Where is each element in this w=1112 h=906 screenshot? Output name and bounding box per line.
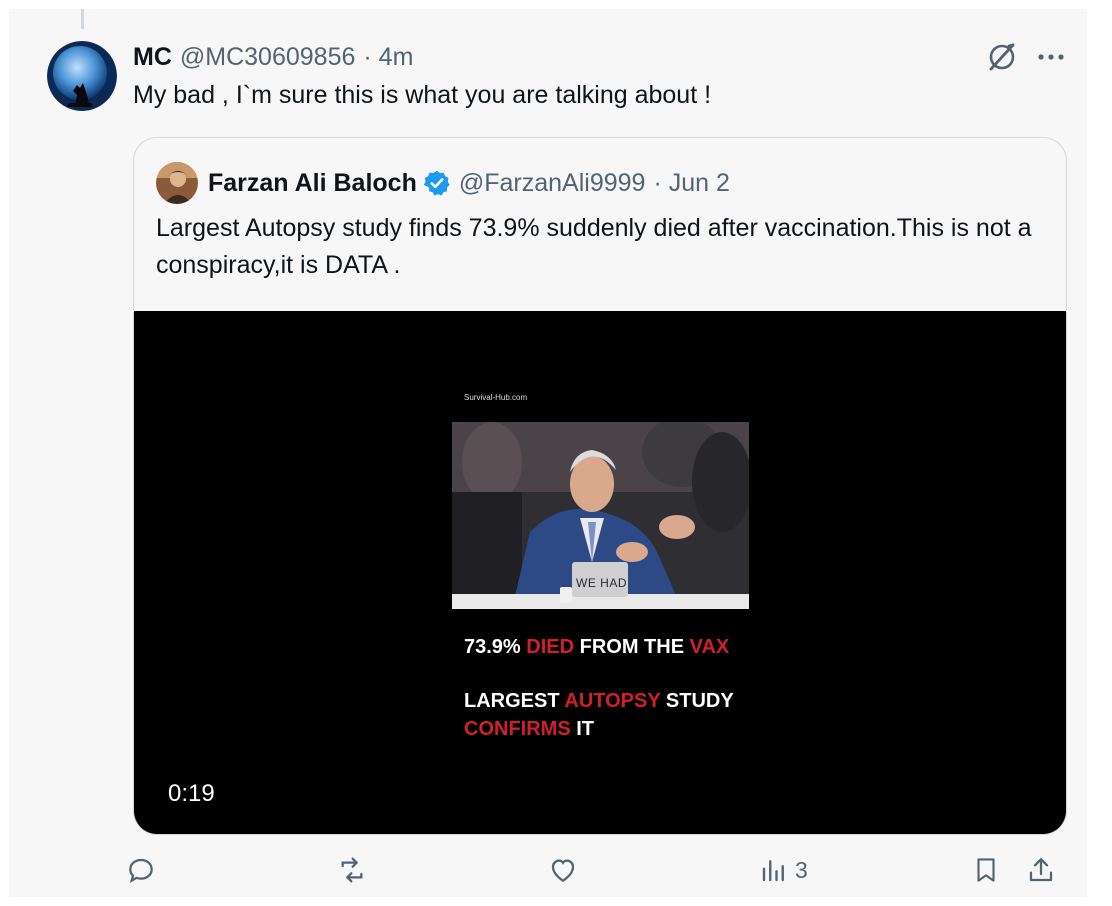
page: MC @MC30609856 · 4m My bad , I`m sure th… bbox=[0, 0, 1112, 906]
share-button[interactable] bbox=[1025, 854, 1057, 886]
quoted-author-handle[interactable]: @FarzanAli9999 bbox=[459, 169, 646, 198]
quoted-text: Largest Autopsy study finds 73.9% sudden… bbox=[156, 214, 1032, 279]
repost-icon bbox=[341, 857, 363, 883]
reply-icon bbox=[129, 858, 153, 884]
quoted-date[interactable]: · Jun 2 bbox=[653, 169, 729, 198]
site-watermark: Survival-Hub.com bbox=[464, 393, 528, 402]
author-handle[interactable]: @MC30609856 bbox=[180, 43, 356, 72]
reply-button[interactable] bbox=[125, 854, 157, 886]
quoted-header: Farzan Ali Baloch @FarzanAli9999 · Jun 2 bbox=[156, 162, 730, 204]
timestamp[interactable]: · 4m bbox=[363, 43, 413, 72]
grok-icon[interactable] bbox=[984, 39, 1020, 75]
verified-icon bbox=[423, 170, 450, 196]
reply-text: My bad , I`m sure this is what you are t… bbox=[133, 81, 712, 109]
like-button[interactable] bbox=[547, 854, 579, 886]
like-icon bbox=[551, 859, 575, 882]
video-caption-line-3: CONFIRMS IT bbox=[464, 718, 595, 740]
frame-caption: WE HAD bbox=[576, 576, 627, 590]
video-caption-line-1: 73.9% DIED FROM THE VAX bbox=[464, 636, 730, 658]
repost-button[interactable] bbox=[335, 854, 369, 886]
reply-tweet[interactable]: MC @MC30609856 · 4m My bad , I`m sure th… bbox=[9, 9, 1087, 897]
reply-header: MC @MC30609856 · 4m bbox=[133, 41, 413, 73]
views-icon bbox=[762, 860, 784, 882]
bookmark-button[interactable] bbox=[971, 854, 1001, 886]
views-count: 3 bbox=[795, 856, 808, 883]
share-icon bbox=[1029, 858, 1053, 882]
video-caption-line-2: LARGEST AUTOPSY STUDY bbox=[464, 690, 734, 712]
bookmark-icon bbox=[977, 858, 995, 882]
thread-line bbox=[81, 9, 84, 29]
video-player[interactable]: Survival-Hub.com WE HAD 73.9% DIED FROM … bbox=[134, 311, 1066, 834]
more-icon[interactable] bbox=[1033, 45, 1069, 69]
quoted-avatar bbox=[156, 162, 198, 204]
quoted-tweet[interactable]: Farzan Ali Baloch @FarzanAli9999 · Jun 2… bbox=[133, 137, 1067, 835]
views-button[interactable]: 3 bbox=[759, 854, 808, 886]
video-duration: 0:19 bbox=[168, 780, 215, 807]
avatar[interactable] bbox=[47, 41, 117, 111]
author-name[interactable]: MC bbox=[133, 43, 172, 72]
quoted-author-name[interactable]: Farzan Ali Baloch bbox=[208, 169, 417, 198]
video-frame: WE HAD bbox=[452, 422, 749, 609]
action-bar: 3 bbox=[9, 854, 1087, 898]
